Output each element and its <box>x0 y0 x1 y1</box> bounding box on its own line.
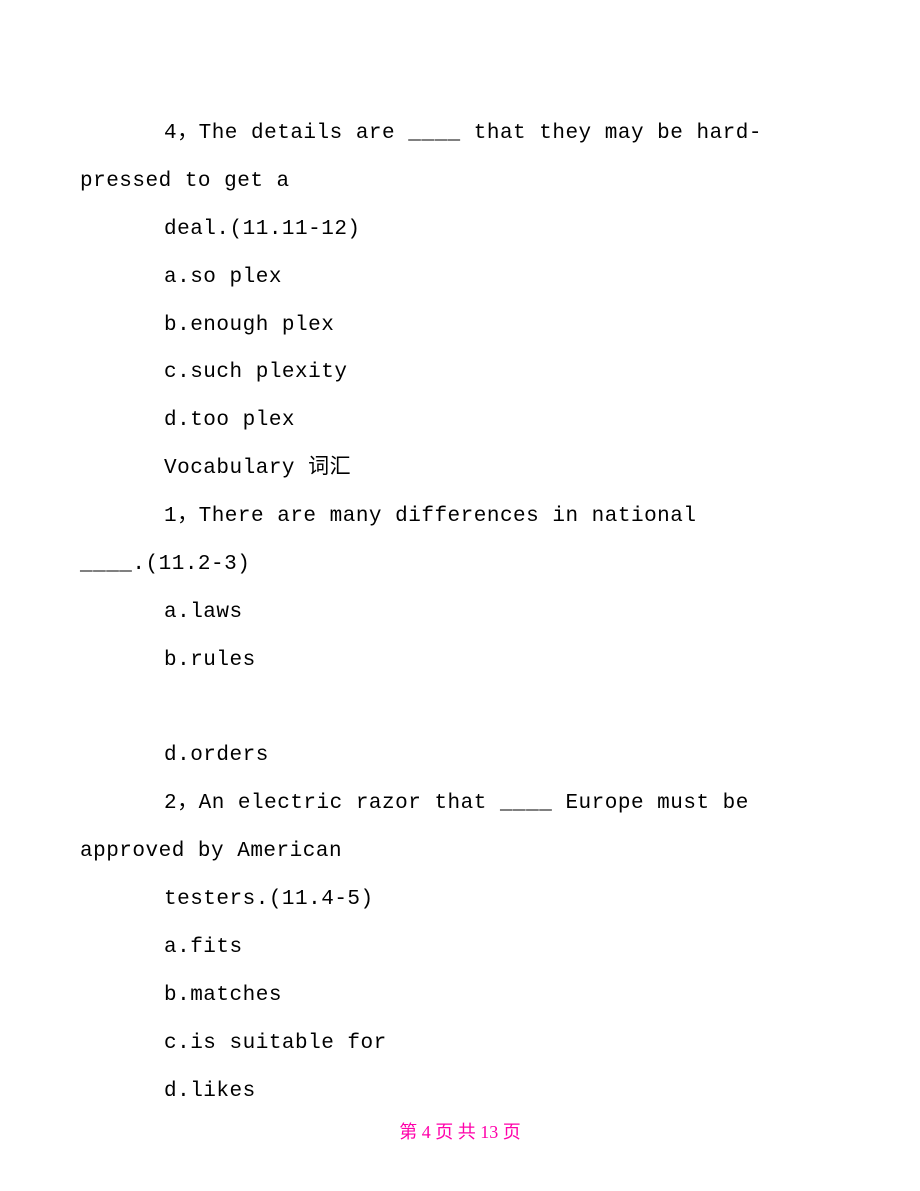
document-page: 4，The details are ____ that they may be … <box>0 0 920 1191</box>
text-line: 4，The details are ____ that they may be … <box>80 110 840 158</box>
text-line: c.such plexity <box>80 349 840 397</box>
text-line: a.so plex <box>80 254 840 302</box>
text-line: pressed to get a <box>80 158 840 206</box>
text-line: Vocabulary 词汇 <box>80 445 840 493</box>
text-line: b.rules <box>80 637 840 685</box>
text-line: ____.(11.2-3) <box>80 541 840 589</box>
text-line: 2，An electric razor that ____ Europe mus… <box>80 780 840 828</box>
text-line: d.orders <box>80 732 840 780</box>
page-footer: 第 4 页 共 13 页 <box>0 1112 920 1153</box>
text-line: c.is suitable for <box>80 1020 840 1068</box>
text-line: deal.(11.11-12) <box>80 206 840 254</box>
text-line: a.laws <box>80 589 840 637</box>
text-line: d.too plex <box>80 397 840 445</box>
text-line: a.fits <box>80 924 840 972</box>
text-line: b.matches <box>80 972 840 1020</box>
text-line: d.likes <box>80 1068 840 1116</box>
text-line: approved by American <box>80 828 840 876</box>
text-line: b.enough plex <box>80 302 840 350</box>
content: 4，The details are ____ that they may be … <box>80 110 840 1115</box>
text-line <box>80 685 840 733</box>
text-line: 1，There are many differences in national <box>80 493 840 541</box>
text-line: testers.(11.4-5) <box>80 876 840 924</box>
